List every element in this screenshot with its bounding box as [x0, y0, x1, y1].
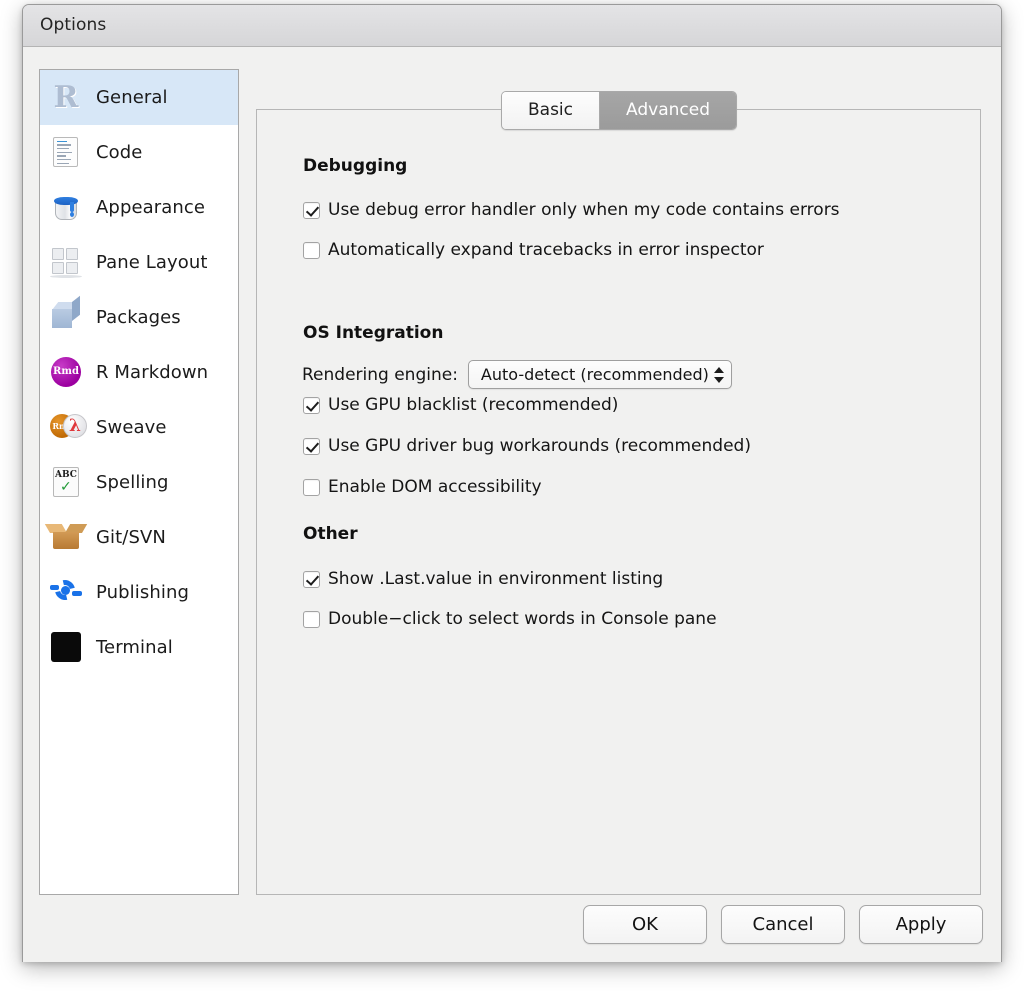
sidebar-item-label: Pane Layout	[96, 252, 208, 273]
sidebar-item-label: Terminal	[96, 637, 173, 658]
window-titlebar: Options	[23, 5, 1001, 47]
checkbox-label: Show .Last.value in environment listing	[328, 569, 664, 589]
checkbox-label: Automatically expand tracebacks in error…	[328, 240, 764, 260]
rmd-badge-icon: Rmd	[50, 356, 82, 389]
sidebar-item-code[interactable]: Code	[40, 125, 238, 180]
ok-button[interactable]: OK	[583, 905, 707, 944]
sidebar-item-sweave[interactable]: Rnw λ Sweave	[40, 400, 238, 455]
checkbox-double-click-select[interactable]	[303, 610, 320, 628]
os-integration-section-title: OS Integration	[303, 323, 444, 343]
checkbox-label: Double−click to select words in Console …	[328, 609, 717, 629]
window-title: Options	[40, 15, 107, 35]
sidebar-item-label: Code	[96, 142, 143, 163]
options-category-list[interactable]: R General Code Appearance Pane Layout Pa…	[39, 69, 239, 895]
sidebar-item-label: Packages	[96, 307, 181, 328]
abc-check-icon: ABC ✓	[50, 466, 82, 499]
rendering-engine-label: Rendering engine:	[302, 364, 458, 385]
debugging-section-title: Debugging	[303, 156, 408, 176]
rendering-engine-row: Rendering engine: Auto-detect (recommend…	[302, 360, 732, 389]
checkbox-row-show-last-value[interactable]: Show .Last.value in environment listing	[303, 569, 663, 589]
checkbox-row-expand-tracebacks[interactable]: Automatically expand tracebacks in error…	[303, 240, 764, 260]
checkbox-row-dom-accessibility[interactable]: Enable DOM accessibility	[303, 477, 542, 497]
sidebar-item-label: Spelling	[96, 472, 169, 493]
dialog-footer: OK Cancel Apply	[583, 905, 983, 944]
checkbox-label: Use debug error handler only when my cod…	[328, 200, 840, 220]
sidebar-item-publishing[interactable]: Publishing	[40, 565, 238, 620]
checkbox-debug-error-handler[interactable]	[303, 201, 320, 219]
sidebar-item-general[interactable]: R General	[40, 70, 238, 125]
paint-bucket-icon	[50, 192, 82, 224]
r-logo-icon: R	[53, 79, 79, 115]
sidebar-item-label: Sweave	[96, 417, 167, 438]
sidebar-item-label: R Markdown	[96, 362, 209, 383]
checkbox-label: Use GPU blacklist (recommended)	[328, 395, 619, 415]
tab-bar[interactable]: Basic Advanced	[501, 91, 737, 130]
sidebar-item-label: Appearance	[96, 197, 206, 218]
carton-box-icon	[44, 522, 88, 554]
checkbox-row-double-click-select[interactable]: Double−click to select words in Console …	[303, 609, 717, 629]
chevron-updown-icon[interactable]	[713, 365, 725, 385]
other-section-title: Other	[303, 524, 358, 544]
sidebar-item-r-markdown[interactable]: Rmd R Markdown	[40, 345, 238, 400]
publish-orbit-icon	[50, 575, 82, 609]
tab-advanced[interactable]: Advanced	[599, 92, 736, 129]
sidebar-item-packages[interactable]: Packages	[40, 290, 238, 345]
sidebar-item-git-svn[interactable]: Git/SVN	[40, 510, 238, 565]
options-content-panel: Debugging Use debug error handler only w…	[256, 109, 981, 895]
checkbox-expand-tracebacks[interactable]	[303, 241, 320, 259]
pane-grid-icon	[50, 247, 82, 279]
sidebar-item-terminal[interactable]: Terminal	[40, 620, 238, 675]
checkbox-gpu-driver-workarounds[interactable]	[303, 437, 320, 455]
sidebar-item-label: General	[96, 87, 168, 108]
rendering-engine-value: Auto-detect (recommended)	[480, 365, 709, 384]
checkbox-label: Use GPU driver bug workarounds (recommen…	[328, 436, 751, 456]
sidebar-item-appearance[interactable]: Appearance	[40, 180, 238, 235]
rendering-engine-select[interactable]: Auto-detect (recommended)	[467, 360, 732, 389]
checkbox-label: Enable DOM accessibility	[328, 477, 542, 497]
tab-basic[interactable]: Basic	[502, 92, 600, 129]
sidebar-item-pane-layout[interactable]: Pane Layout	[40, 235, 238, 290]
sidebar-item-spelling[interactable]: ABC ✓ Spelling	[40, 455, 238, 510]
checkbox-row-gpu-blacklist[interactable]: Use GPU blacklist (recommended)	[303, 395, 618, 415]
cancel-button[interactable]: Cancel	[721, 905, 845, 944]
checkbox-gpu-blacklist[interactable]	[303, 396, 320, 414]
apply-button[interactable]: Apply	[859, 905, 983, 944]
sidebar-item-label: Publishing	[96, 582, 189, 603]
dialog-body: R General Code Appearance Pane Layout Pa…	[23, 47, 1001, 962]
package-box-icon	[50, 295, 82, 334]
checkbox-dom-accessibility[interactable]	[303, 478, 320, 496]
code-document-icon	[50, 136, 82, 169]
sidebar-item-label: Git/SVN	[96, 527, 166, 548]
checkbox-row-gpu-driver-workarounds[interactable]: Use GPU driver bug workarounds (recommen…	[303, 436, 751, 456]
options-dialog-window: Options R General Code Appearance Pane L…	[22, 4, 1002, 962]
checkbox-row-debug-error-handler[interactable]: Use debug error handler only when my cod…	[303, 200, 840, 220]
terminal-black-icon	[50, 631, 82, 664]
sweave-pdf-icon: Rnw λ	[50, 412, 87, 444]
checkbox-show-last-value[interactable]	[303, 570, 320, 588]
